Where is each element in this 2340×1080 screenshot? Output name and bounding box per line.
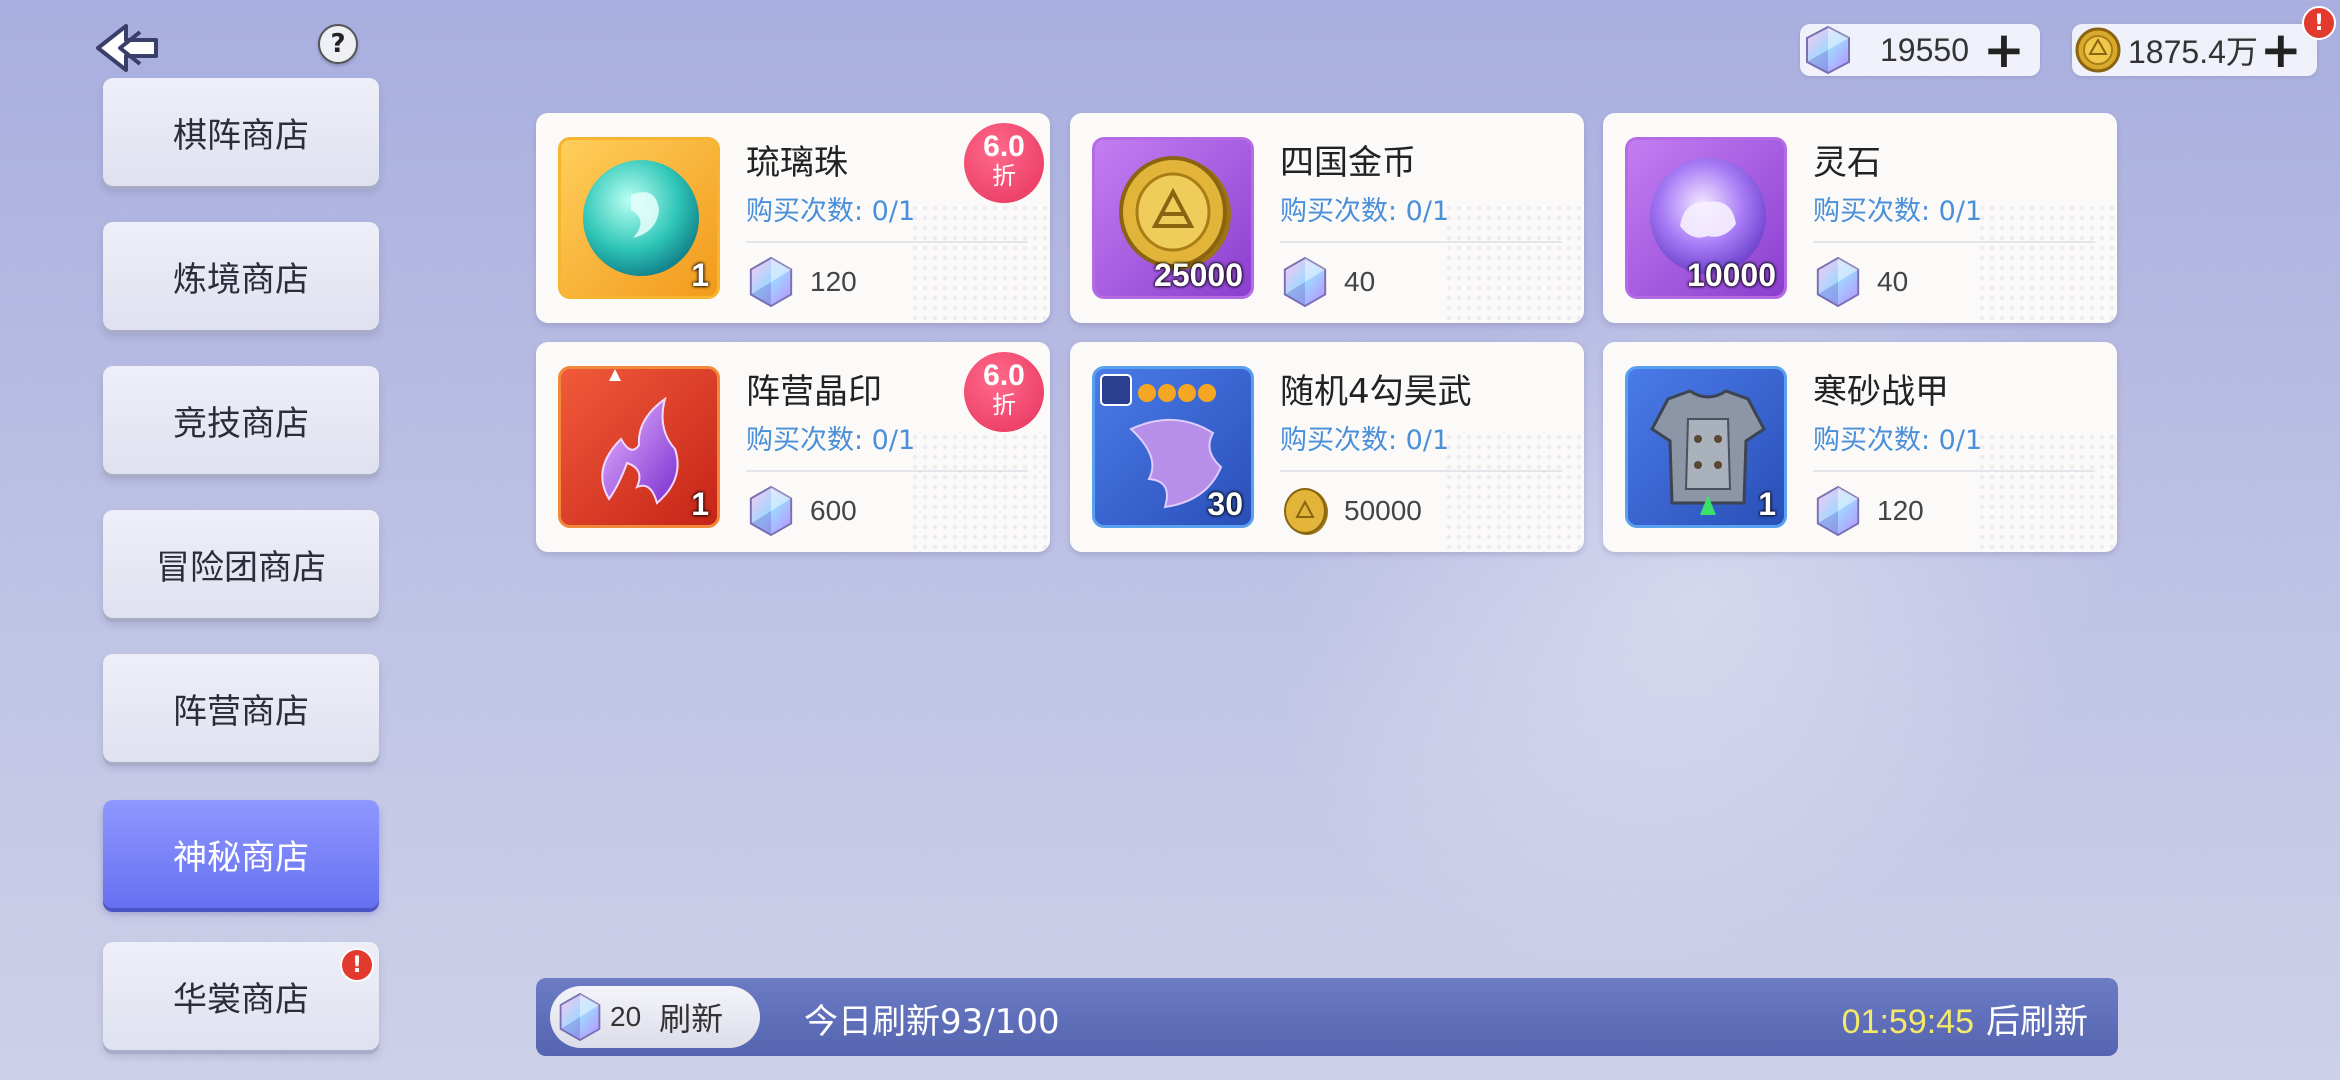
item-price: 40	[1813, 253, 1908, 311]
gold-currency-display: 1875.4万 +	[2072, 24, 2317, 76]
sidebar-item-arena-shop[interactable]: 竞技商店	[103, 366, 379, 474]
crystal-gem-icon	[1816, 485, 1860, 537]
shop-item-card[interactable]: 25000 四国金币 购买次数: 0/1 40	[1070, 113, 1584, 323]
item-quantity: 25000	[1154, 257, 1243, 293]
purchase-limit: 购买次数: 0/1	[1280, 425, 1450, 456]
sidebar-item-faction-shop[interactable]: 阵营商店	[103, 654, 379, 762]
divider	[1280, 470, 1562, 472]
timer-value: 01:59:45	[1841, 1003, 1974, 1041]
discount-unit: 折	[992, 392, 1016, 419]
shop-item-card[interactable]: 1 阵营晶印 购买次数: 0/1 600 6.0 折	[536, 342, 1050, 552]
item-price: 120	[1813, 482, 1924, 540]
crystal-gem-icon	[1806, 25, 1850, 75]
crystal-gem-icon	[559, 992, 601, 1042]
refresh-label: 刷新	[659, 1000, 724, 1038]
faction-seal-icon: 1	[558, 366, 720, 528]
discount-value: 6.0	[983, 359, 1025, 392]
gold-amount: 1875.4万	[2128, 34, 2258, 70]
shop-item-card[interactable]: 30 随机4勾昊武 购买次数: 0/1 50000	[1070, 342, 1584, 552]
crystal-currency-display: 19550 +	[1800, 24, 2040, 76]
divider	[746, 470, 1028, 472]
item-quantity: 1	[691, 486, 709, 522]
item-quantity: 10000	[1687, 257, 1776, 293]
item-price: 600	[746, 482, 857, 540]
refresh-timer: 01:59:45 后刷新	[1842, 994, 2088, 1043]
purchase-limit: 购买次数: 0/1	[1813, 425, 1983, 456]
price-value: 120	[1877, 495, 1924, 526]
refresh-button[interactable]: 20 刷新	[550, 986, 760, 1048]
shop-item-card[interactable]: 1 琉璃珠 购买次数: 0/1 120 6.0 折	[536, 113, 1050, 323]
help-button[interactable]: ?	[318, 24, 358, 64]
crystal-gem-icon	[749, 485, 793, 537]
item-name: 四国金币	[1280, 143, 1416, 183]
price-value: 600	[810, 495, 857, 526]
crystal-gem-icon	[1283, 256, 1327, 308]
glass-bead-icon: 1	[558, 137, 720, 299]
purchase-limit: 购买次数: 0/1	[746, 425, 916, 456]
discount-unit: 折	[992, 163, 1016, 190]
weapon-fragment-icon: 30	[1092, 366, 1254, 528]
divider	[1280, 241, 1562, 243]
sidebar-item-mystery-shop[interactable]: 神秘商店	[103, 800, 379, 908]
item-name: 灵石	[1813, 143, 1881, 183]
back-button[interactable]	[92, 20, 164, 76]
timer-suffix: 后刷新	[1986, 1002, 2088, 1042]
refresh-bar: 20 刷新 今日刷新93/100 01:59:45 后刷新	[536, 978, 2118, 1056]
purchase-limit: 购买次数: 0/1	[1280, 196, 1450, 227]
crystal-gem-icon	[1816, 256, 1860, 308]
shop-item-card[interactable]: 10000 灵石 购买次数: 0/1 40	[1603, 113, 2117, 323]
divider	[1813, 470, 2095, 472]
sidebar-item-chess-shop[interactable]: 棋阵商店	[103, 78, 379, 186]
refresh-cost: 20	[610, 1001, 642, 1032]
spirit-stone-icon: 10000	[1625, 137, 1787, 299]
add-gold-button[interactable]: +	[2260, 25, 2302, 75]
sidebar-item-refining-shop[interactable]: 炼境商店	[103, 222, 379, 330]
divider	[1813, 241, 2095, 243]
purchase-limit: 购买次数: 0/1	[746, 196, 916, 227]
four-kingdoms-coin-icon: 25000	[1092, 137, 1254, 299]
item-name: 寒砂战甲	[1813, 372, 1949, 412]
discount-badge: 6.0 折	[964, 352, 1044, 432]
price-value: 120	[810, 266, 857, 297]
purchase-limit: 购买次数: 0/1	[1813, 196, 1983, 227]
item-name: 琉璃珠	[746, 143, 848, 183]
gold-alert-badge: !	[2302, 6, 2336, 40]
item-quantity: 30	[1207, 486, 1243, 522]
crystal-gem-icon	[749, 256, 793, 308]
discount-badge: 6.0 折	[964, 123, 1044, 203]
price-value: 50000	[1344, 495, 1422, 526]
gold-coin-icon	[1284, 488, 1328, 535]
item-price: 40	[1280, 253, 1375, 311]
item-price: 120	[746, 253, 857, 311]
crystal-amount: 19550	[1880, 31, 1969, 68]
armor-icon: 1	[1625, 366, 1787, 528]
item-name: 阵营晶印	[746, 372, 882, 412]
shop-item-card[interactable]: 1 寒砂战甲 购买次数: 0/1 120	[1603, 342, 2117, 552]
back-arrow-icon	[96, 24, 158, 72]
item-price: 50000	[1280, 482, 1422, 540]
sidebar-item-costume-shop[interactable]: 华裳商店	[103, 942, 379, 1050]
discount-value: 6.0	[983, 130, 1025, 163]
divider	[746, 241, 1028, 243]
price-value: 40	[1344, 266, 1376, 297]
costume-shop-alert-badge: !	[340, 948, 374, 982]
item-name: 随机4勾昊武	[1280, 372, 1472, 412]
sidebar-item-adventure-team-shop[interactable]: 冒险团商店	[103, 510, 379, 618]
gold-coin-icon	[2075, 27, 2121, 73]
item-quantity: 1	[691, 257, 709, 293]
price-value: 40	[1877, 266, 1909, 297]
daily-refresh-count: 今日刷新93/100	[804, 1002, 1060, 1042]
item-quantity: 1	[1758, 486, 1776, 522]
add-crystal-button[interactable]: +	[1983, 25, 2025, 75]
